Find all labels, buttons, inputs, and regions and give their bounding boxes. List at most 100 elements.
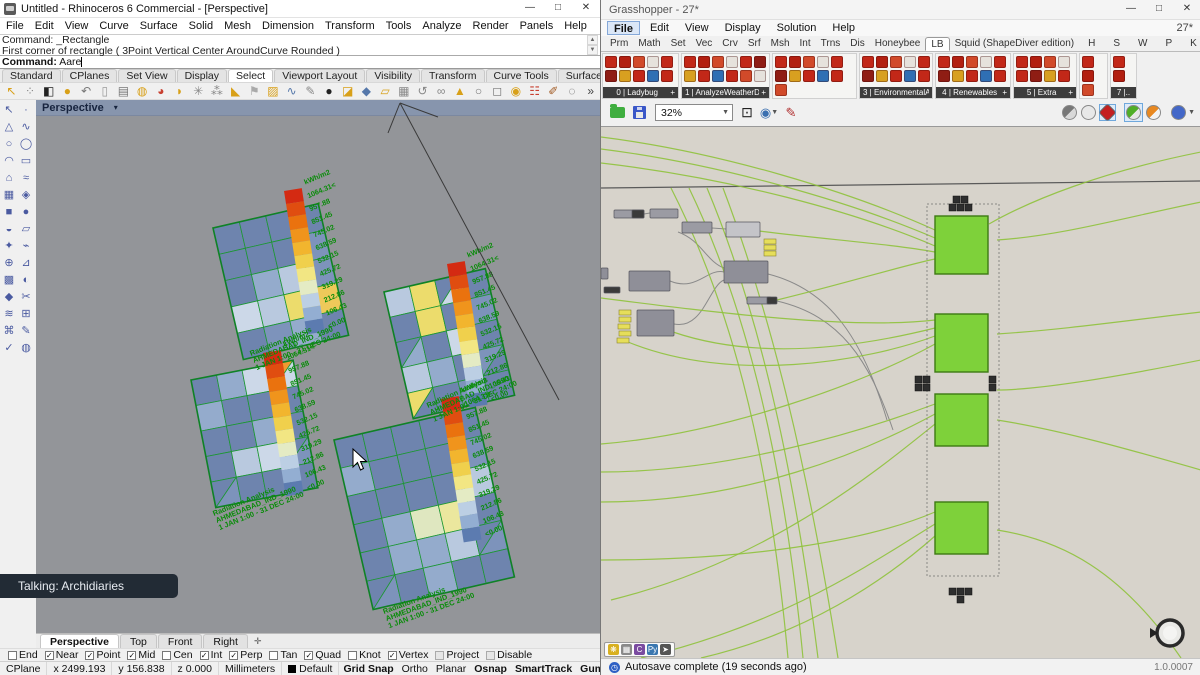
ladybug-group-label[interactable]: 0 | Ladybug+ [603, 87, 678, 98]
osnap-disable[interactable]: Disable [486, 649, 532, 661]
selected-only-preview[interactable] [1124, 103, 1143, 122]
zoom-widget-button[interactable] [923, 384, 930, 391]
csharp-icon[interactable]: C [634, 644, 645, 655]
wire-preview-icon[interactable] [1081, 105, 1096, 120]
ladybug-component-icon[interactable] [1113, 70, 1125, 82]
box-gray-icon[interactable]: ◻ [488, 84, 507, 99]
toggle-planar[interactable]: Planar [432, 662, 470, 675]
menu-item-surface[interactable]: Surface [140, 20, 178, 32]
select-cursor-icon[interactable]: ↖ [2, 84, 21, 99]
toolbar-tab-standard[interactable]: Standard [2, 69, 61, 82]
gh-component-node[interactable] [629, 271, 670, 291]
chevron-down-icon[interactable]: ▼ [722, 109, 729, 116]
gh-tab-squid-shapediver-edition-[interactable]: Squid (ShapeDiver edition) [950, 37, 1080, 51]
maximize-button[interactable]: □ [544, 0, 572, 17]
gh-menu-file[interactable]: File [607, 21, 640, 35]
zoom-widget-button[interactable] [953, 196, 960, 203]
ladybug-component-icon[interactable] [633, 56, 645, 68]
menu-item-tools[interactable]: Tools [386, 20, 412, 32]
checkbox-near[interactable]: ✓ [45, 651, 54, 660]
flag-icon[interactable]: ⚑ [245, 84, 264, 99]
status-y[interactable]: y 156.838 [112, 662, 171, 675]
gh-tab-srf[interactable]: Srf [743, 37, 766, 51]
ladybug-component-icon[interactable] [817, 70, 829, 82]
zoom-widget-button[interactable] [989, 384, 996, 391]
zoom-dropdown[interactable]: 32% ▼ [655, 104, 733, 121]
no-preview-icon[interactable] [1062, 105, 1077, 120]
ladybug-component-icon[interactable] [661, 70, 673, 82]
gh-tab-math[interactable]: Math [633, 37, 665, 51]
cage-icon[interactable]: ▩ [1, 272, 17, 288]
link-icon[interactable]: ∞ [432, 84, 451, 99]
toggle-osnap[interactable]: Osnap [470, 662, 511, 675]
status-default[interactable]: Default [282, 662, 339, 675]
gh-menu-solution[interactable]: Solution [771, 21, 823, 35]
close-button[interactable]: ✕ [572, 0, 600, 17]
ladybug-component-icon[interactable] [1113, 56, 1125, 68]
gh-tab-int[interactable]: Int [795, 37, 816, 51]
select-arrow-icon[interactable]: ↖ [1, 102, 17, 118]
blue-ball-icon[interactable] [1171, 105, 1186, 120]
osnap-cen[interactable]: Cen [162, 649, 192, 661]
arrow-icon[interactable]: ➤ [660, 644, 671, 655]
osnap-project[interactable]: Project [435, 649, 479, 661]
leaf-icon[interactable]: ◗ [170, 84, 189, 99]
viewport-3d-scene[interactable]: kWh/m21064.31<957.88851.45745.02638.5953… [36, 100, 600, 633]
toolbar-tab-viewport-layout[interactable]: Viewport Layout [274, 69, 365, 82]
viewport-tab-right[interactable]: Right [203, 634, 248, 648]
open-file-icon[interactable] [607, 103, 627, 123]
checkbox-mid[interactable]: ✓ [127, 651, 136, 660]
ladybug-component-icon[interactable] [754, 70, 766, 82]
menu-item-solid[interactable]: Solid [189, 20, 213, 32]
gh-tab-set[interactable]: Set [666, 37, 691, 51]
ladybug-component-icon[interactable] [1016, 70, 1028, 82]
sphere-gray-icon[interactable]: ○ [469, 84, 488, 99]
status-z[interactable]: z 0.000 [172, 662, 219, 675]
ladybug-component-icon[interactable] [619, 56, 631, 68]
zoom-widget-button[interactable] [915, 384, 922, 391]
viewport-tab-perspective[interactable]: Perspective [40, 634, 119, 648]
gh-menu-view[interactable]: View [679, 21, 715, 35]
minimize-button[interactable]: — [516, 0, 544, 17]
sphere-icon[interactable]: ● [58, 84, 77, 99]
ladybug-component-icon[interactable] [775, 84, 787, 96]
trim-icon[interactable]: ✂ [18, 289, 34, 305]
menu-item-view[interactable]: View [65, 20, 89, 32]
gh-tab-trns[interactable]: Trns [816, 37, 846, 51]
menu-item-file[interactable]: File [6, 20, 24, 32]
ladybug-component-icon[interactable] [890, 70, 902, 82]
toolbar-tab-visibility[interactable]: Visibility [366, 69, 420, 82]
point-cloud-icon[interactable]: ⁂ [208, 84, 227, 99]
menu-item-panels[interactable]: Panels [520, 20, 554, 32]
ladybug-group-label[interactable]: 7 |.. [1111, 87, 1136, 98]
checkbox-project[interactable] [435, 651, 444, 660]
rectangle-icon[interactable]: ▭ [18, 153, 34, 169]
zoom-extents-icon[interactable]: ⊡ [737, 103, 757, 123]
gh-tab-prm[interactable]: Prm [605, 37, 633, 51]
ladybug-component-icon[interactable] [789, 56, 801, 68]
gh-tab-letter-h[interactable]: H [1079, 37, 1104, 51]
gem-icon[interactable]: ◆ [1, 289, 17, 305]
ladybug-component-icon[interactable] [684, 56, 696, 68]
check-icon[interactable]: ✓ [1, 340, 17, 356]
ladybug-component-icon[interactable] [862, 70, 874, 82]
plane-icon[interactable]: ▱ [18, 221, 34, 237]
osnap-int[interactable]: ✓Int [200, 649, 223, 661]
toolbar-tab-cplanes[interactable]: CPlanes [62, 69, 118, 82]
command-scrollbar[interactable]: ▲ ▼ [587, 35, 598, 55]
spreadsheet-icon[interactable]: ▦ [621, 644, 632, 655]
ladybug-component-icon[interactable] [966, 70, 978, 82]
toolbar-tab-select[interactable]: Select [228, 69, 273, 82]
checkbox-cen[interactable] [162, 651, 171, 660]
ladybug-component-icon[interactable] [938, 56, 950, 68]
gh-tab-vec[interactable]: Vec [691, 37, 718, 51]
group-expand-icon[interactable]: + [761, 87, 766, 98]
undo-icon[interactable]: ↶ [77, 84, 96, 99]
people-icon[interactable]: ☷ [525, 84, 544, 99]
command-input-value[interactable]: Aare [59, 56, 81, 68]
lamp-icon[interactable]: ● [320, 84, 339, 99]
ladybug-component-icon[interactable] [775, 70, 787, 82]
chevron-down-icon[interactable]: ▼ [1188, 109, 1195, 116]
panel-icon[interactable]: ▤ [114, 84, 133, 99]
ladybug-component-icon[interactable] [726, 70, 738, 82]
